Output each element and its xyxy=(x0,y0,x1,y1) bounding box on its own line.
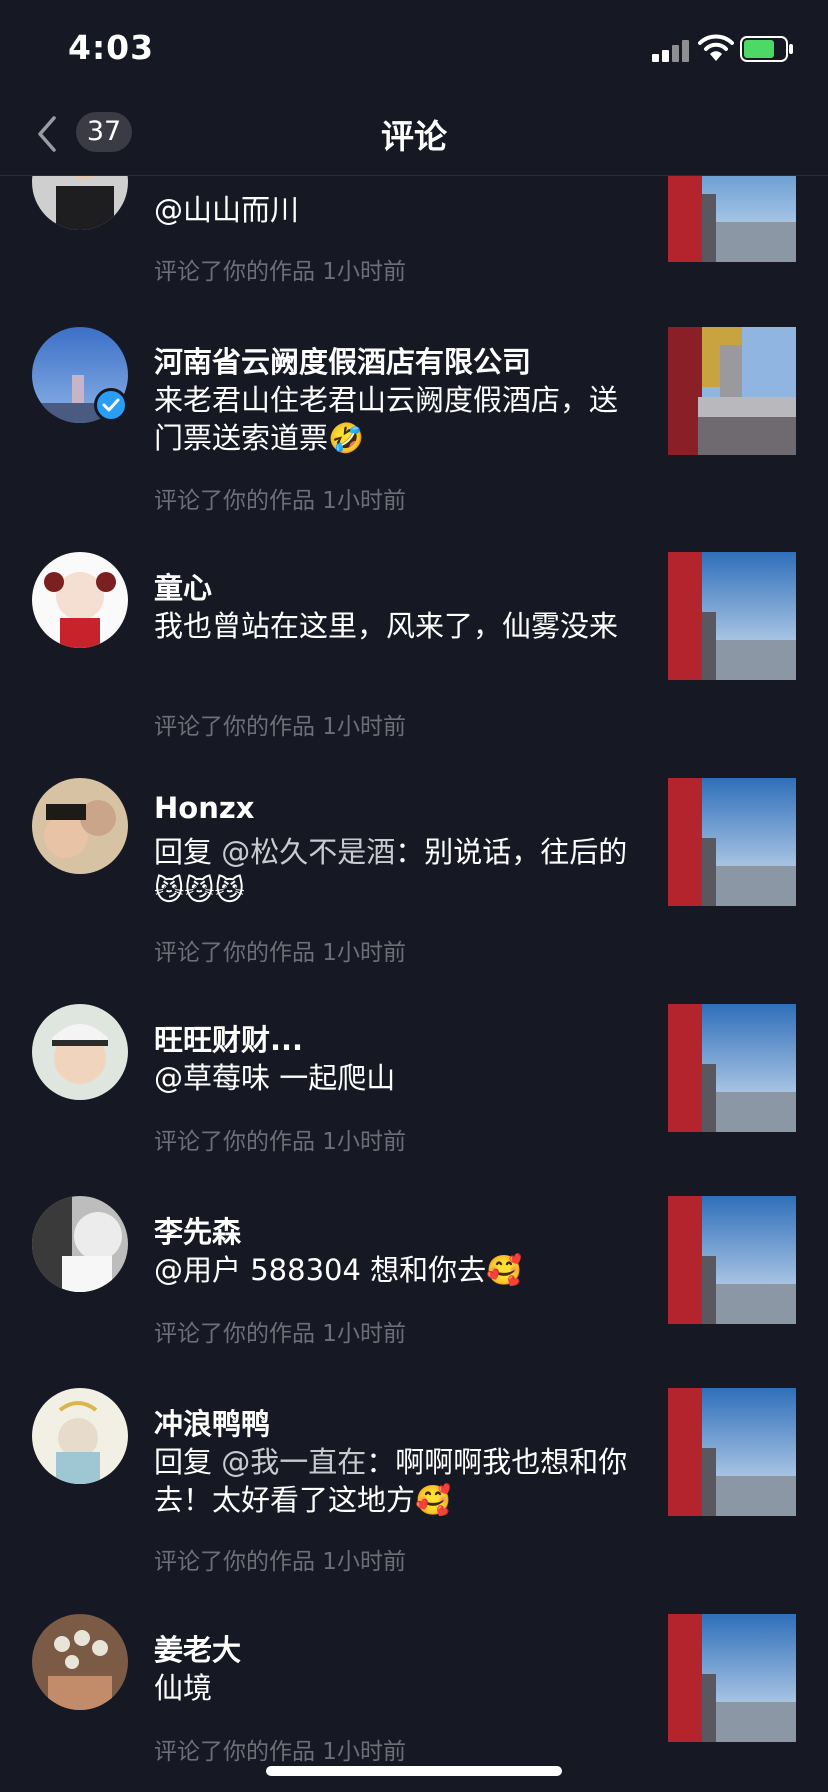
comment-meta: 评论了你的作品 1小时前 xyxy=(154,488,406,514)
comment-meta: 评论了你的作品 1小时前 xyxy=(154,1739,406,1765)
username[interactable]: 李先森 xyxy=(154,1209,241,1251)
comment-meta: 评论了你的作品 1小时前 xyxy=(154,1129,406,1155)
avatar[interactable] xyxy=(32,1614,128,1710)
mention-link[interactable]: @我一直在 xyxy=(221,1445,366,1479)
avatar[interactable] xyxy=(32,1196,128,1292)
battery-icon xyxy=(740,36,793,62)
comment-meta: 评论了你的作品 1小时前 xyxy=(154,940,406,966)
video-thumbnail[interactable] xyxy=(668,1196,796,1324)
username[interactable]: 姜老大 xyxy=(154,1627,241,1669)
comment-text: @草莓味 一起爬山 xyxy=(154,1059,634,1097)
comment-body: @草莓味 一起爬山 xyxy=(154,1061,396,1095)
mention-link[interactable]: @松久不是酒 xyxy=(221,835,395,869)
avatar[interactable] xyxy=(32,1388,128,1484)
comment-body: 我也曾站在这里，风来了，仙雾没来 xyxy=(154,609,619,643)
comment-notification-list[interactable]: @山山而川 评论了你的作品 1小时前 河南省云阙度假酒店有限公司 来老君山住老君… xyxy=(0,176,828,1792)
comment-text: 仙境 xyxy=(154,1669,634,1707)
username[interactable]: 冲浪鸭鸭 xyxy=(154,1401,270,1443)
comment-text: @山山而川 xyxy=(154,191,634,229)
comment-body: 仙境 xyxy=(154,1671,213,1705)
comment-meta: 评论了你的作品 1小时前 xyxy=(154,259,406,285)
comment-meta: 评论了你的作品 1小时前 xyxy=(154,1549,406,1575)
comment-text: 来老君山住老君山云阙度假酒店，送门票送索道票🤣 xyxy=(154,381,634,457)
username[interactable]: 童心 xyxy=(154,565,212,607)
wifi-icon xyxy=(698,34,734,61)
video-thumbnail[interactable] xyxy=(668,327,796,455)
page-title: 评论 xyxy=(381,117,447,156)
username[interactable]: 河南省云阙度假酒店有限公司 xyxy=(154,339,531,381)
video-thumbnail[interactable] xyxy=(668,552,796,680)
video-thumbnail[interactable] xyxy=(668,1004,796,1132)
avatar[interactable] xyxy=(32,552,128,648)
comment-body: 来老君山住老君山云阙度假酒店，送门票送索道票🤣 xyxy=(154,383,619,455)
comment-meta: 评论了你的作品 1小时前 xyxy=(154,1321,406,1347)
cellular-signal-icon xyxy=(652,38,690,62)
status-bar: 4:03 xyxy=(0,0,828,100)
reply-prefix: 回复 xyxy=(154,835,222,869)
avatar[interactable] xyxy=(32,1004,128,1100)
video-thumbnail[interactable] xyxy=(668,1388,796,1516)
video-thumbnail[interactable] xyxy=(668,1614,796,1742)
username[interactable]: Honzx xyxy=(154,791,254,825)
comment-text: @用户 588304 想和你去🥰 xyxy=(154,1251,634,1289)
comment-meta: 评论了你的作品 1小时前 xyxy=(154,714,406,740)
reply-prefix: 回复 xyxy=(154,1445,222,1479)
comment-text: 我也曾站在这里，风来了，仙雾没来 xyxy=(154,607,634,645)
video-thumbnail[interactable] xyxy=(668,176,796,262)
username[interactable]: 旺旺财财... xyxy=(154,1017,303,1059)
avatar[interactable] xyxy=(32,778,128,874)
comment-text: 回复 @松久不是酒：别说话，往后的 😼😼😼 xyxy=(154,833,634,909)
verified-badge-icon xyxy=(94,388,128,422)
status-time: 4:03 xyxy=(68,28,155,67)
comment-text: 回复 @我一直在：啊啊啊我也想和你去！太好看了这地方🥰 xyxy=(154,1443,634,1519)
comment-body: @用户 588304 想和你去🥰 xyxy=(154,1253,523,1287)
video-thumbnail[interactable] xyxy=(668,778,796,906)
avatar[interactable] xyxy=(32,176,128,230)
nav-bar: 37 评论 xyxy=(0,100,828,176)
home-indicator[interactable] xyxy=(266,1766,562,1776)
comment-body: @山山而川 xyxy=(154,193,300,227)
